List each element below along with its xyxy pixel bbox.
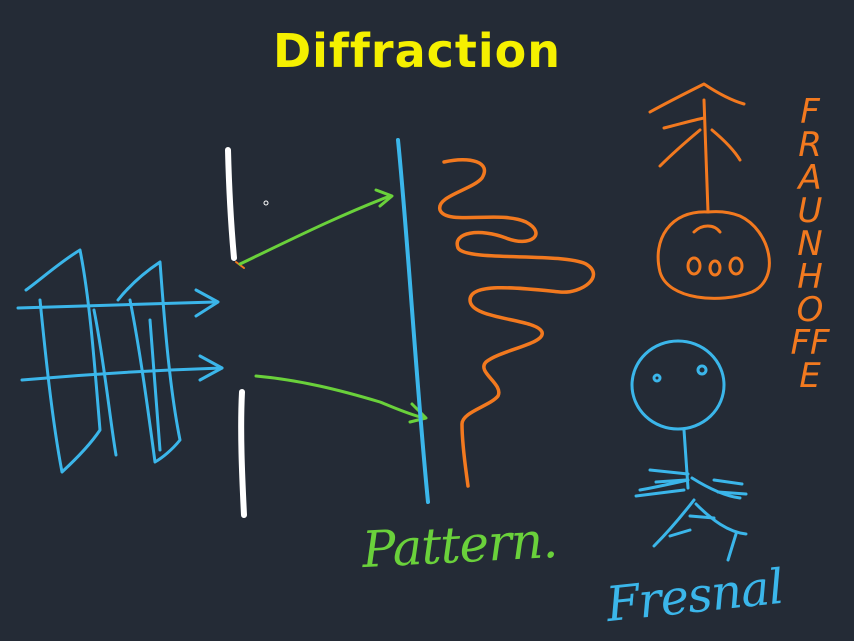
- wavefront-line: [24, 248, 102, 474]
- ray-mark: [710, 128, 742, 162]
- foot-right: [726, 532, 738, 562]
- slit-barrier: [225, 147, 247, 518]
- barrier-upper: [225, 147, 237, 261]
- foot-left: [668, 528, 692, 538]
- pattern-label: Pattern.: [360, 510, 559, 580]
- leg-stroke: [688, 514, 716, 520]
- leg-right: [694, 502, 748, 536]
- diffracted-ray-lower: [254, 374, 426, 420]
- ray-mark: [658, 128, 702, 168]
- ray-mark: [662, 116, 706, 130]
- barrier-lower: [238, 389, 247, 518]
- eye-left: [652, 373, 662, 383]
- arm-left-stroke: [654, 478, 688, 484]
- arrowhead: [648, 82, 746, 114]
- eye-left: [686, 256, 702, 276]
- whiteboard-canvas: Diffraction Pattern. Fresnal FRAUNHOFFE: [0, 0, 854, 641]
- head: [630, 339, 726, 431]
- face-outline: [656, 210, 771, 300]
- arm-left-stroke: [648, 468, 690, 476]
- wavefront-line: [116, 260, 182, 464]
- dot-mark: [263, 200, 269, 206]
- fresnel-figure: [630, 339, 748, 562]
- ray-arrow-lower: [20, 366, 224, 382]
- eye-right: [728, 256, 744, 276]
- fraunhofer-figure: [648, 82, 771, 300]
- intensity-pattern: [438, 158, 596, 488]
- ray-arrow-upper: [16, 300, 217, 310]
- leg-left: [652, 498, 696, 548]
- eye-middle: [708, 259, 722, 277]
- diffracted-ray-upper: [238, 194, 392, 266]
- arm-right-stroke: [712, 478, 744, 486]
- arm-right-stroke: [716, 490, 748, 496]
- face-mark: [692, 224, 722, 234]
- screen-line: [396, 138, 430, 504]
- incident-wavefront-grid: [16, 248, 224, 474]
- fraunhofer-label: FRAUNHOFFE: [790, 92, 830, 396]
- eye-right: [696, 364, 708, 376]
- diffracted-rays: [238, 188, 428, 424]
